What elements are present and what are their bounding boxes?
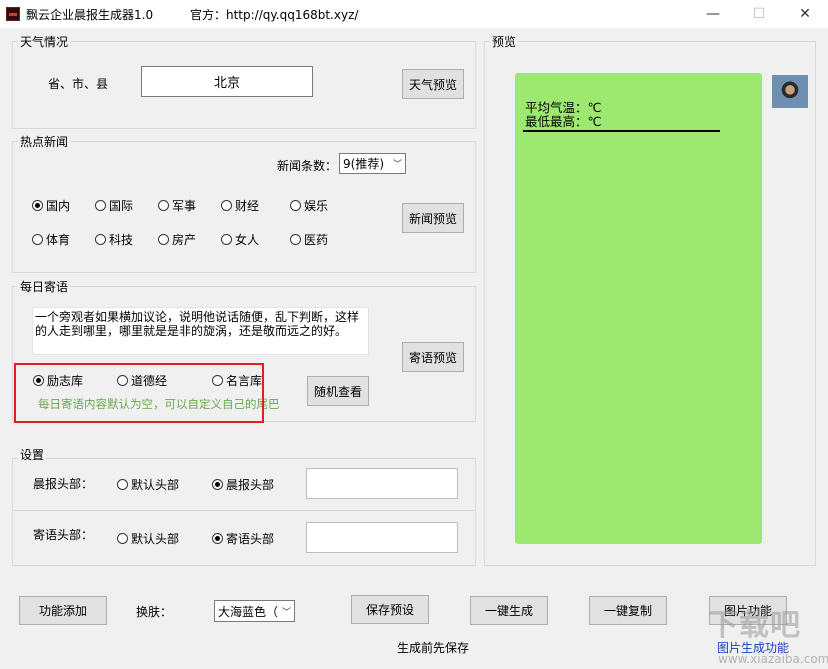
copy-button[interactable]: 一键复制 (589, 596, 667, 625)
news-category-option[interactable]: 女人 (221, 231, 259, 248)
radio-icon (32, 234, 43, 245)
skin-value: 大海蓝色（ (218, 604, 279, 619)
chevron-down-icon: ﹀ (392, 160, 402, 170)
official-site-label: 官方：http://qy.qq168bt.xyz/ (190, 8, 359, 22)
radio-icon (95, 234, 106, 245)
avatar (772, 75, 808, 108)
radio-icon (290, 234, 301, 245)
morning-header-option[interactable]: 晨报头部 (212, 476, 274, 493)
weather-group-label: 天气情况 (18, 33, 71, 50)
radio-icon (221, 200, 232, 211)
news-count-label: 新闻条数： (277, 159, 338, 173)
radio-icon (221, 234, 232, 245)
quote-header-option[interactable]: 默认头部 (117, 530, 179, 547)
quote-group-label: 每日寄语 (18, 278, 71, 295)
preview-bubble (515, 73, 762, 544)
random-view-button[interactable]: 随机查看 (307, 376, 369, 406)
window-title: 飘云企业晨报生成器1.0 (26, 8, 154, 22)
radio-icon (117, 479, 128, 490)
maximize-button[interactable]: ☐ (736, 0, 782, 28)
skin-label: 换肤： (136, 605, 173, 619)
news-count-value: 9(推荐) (343, 157, 384, 171)
radio-icon (158, 234, 169, 245)
skin-select[interactable]: 大海蓝色（ ﹀ (214, 600, 295, 622)
watermark-url: www.xiazaiba.com (718, 652, 828, 666)
radio-icon (158, 200, 169, 211)
news-preview-button[interactable]: 新闻预览 (402, 203, 464, 233)
news-category-option[interactable]: 科技 (95, 231, 133, 248)
news-category-option[interactable]: 军事 (158, 197, 196, 214)
save-preset-button[interactable]: 保存预设 (351, 595, 429, 624)
news-category-option[interactable]: 房产 (158, 231, 196, 248)
settings-divider (12, 510, 476, 511)
news-category-option[interactable]: 娱乐 (290, 197, 328, 214)
generate-button[interactable]: 一键生成 (470, 596, 548, 625)
radio-selected-icon (212, 479, 223, 490)
news-category-option[interactable]: 体育 (32, 231, 70, 248)
save-hint-text: 生成前先保存 (397, 641, 470, 655)
news-count-select[interactable]: 9(推荐) ﹀ (339, 153, 406, 174)
morning-header-input[interactable] (306, 468, 458, 499)
close-button[interactable]: ✕ (782, 0, 828, 28)
quote-header-input[interactable] (306, 522, 458, 553)
quote-textarea[interactable]: 一个旁观者如果横加议论，说明他说话随便，乱下判断，这样的人走到哪里，哪里就是是非… (32, 307, 369, 355)
news-category-option[interactable]: 国内 (32, 197, 70, 214)
minimize-button[interactable]: — (690, 0, 736, 28)
radio-icon (95, 200, 106, 211)
chevron-down-icon: ﹀ (281, 607, 291, 618)
preview-temp-range: 最低最高：℃ (525, 114, 602, 129)
morning-header-option[interactable]: 默认头部 (117, 476, 179, 493)
settings-group-label: 设置 (18, 446, 47, 463)
radio-selected-icon (212, 533, 223, 544)
preview-separator (523, 130, 720, 132)
quote-header-label: 寄语头部： (33, 528, 94, 542)
radio-selected-icon (32, 200, 43, 211)
watermark-logo: 下载吧 (708, 608, 801, 643)
region-label: 省、市、县 (48, 77, 109, 91)
news-category-option[interactable]: 医药 (290, 231, 328, 248)
app-icon (6, 7, 20, 21)
region-input[interactable]: 北京 (141, 66, 313, 97)
news-group-label: 热点新闻 (18, 133, 71, 150)
add-feature-button[interactable]: 功能添加 (19, 596, 107, 625)
quote-header-option[interactable]: 寄语头部 (212, 530, 274, 547)
morning-header-label: 晨报头部： (33, 477, 94, 491)
preview-group-label: 预览 (490, 33, 519, 50)
news-category-option[interactable]: 国际 (95, 197, 133, 214)
news-category-option[interactable]: 财经 (221, 197, 259, 214)
weather-preview-button[interactable]: 天气预览 (402, 69, 464, 99)
radio-icon (117, 533, 128, 544)
quote-preview-button[interactable]: 寄语预览 (402, 342, 464, 372)
highlight-box (14, 363, 264, 423)
radio-icon (290, 200, 301, 211)
